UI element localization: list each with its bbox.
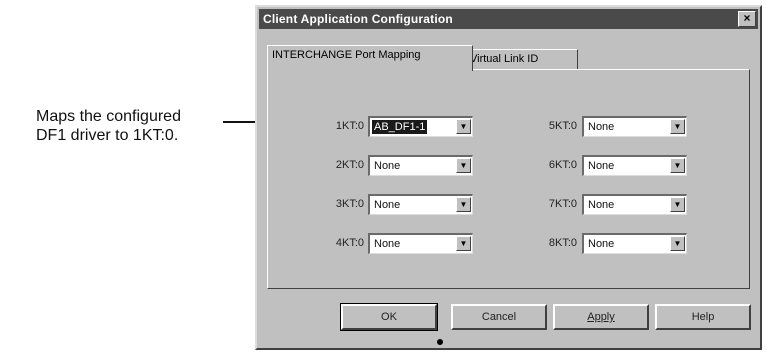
chevron-down-icon[interactable]: ▼ [456, 119, 471, 134]
port-select-value: None [374, 160, 401, 172]
cancel-button[interactable]: Cancel [451, 304, 547, 330]
dialog-title: Client Application Configuration [263, 12, 453, 26]
callout-line-1: Maps the configured [36, 108, 181, 125]
port-select-value: None [588, 160, 615, 172]
chevron-down-icon[interactable]: ▼ [456, 197, 471, 212]
port-select-2kt0[interactable]: None ▼ [368, 155, 473, 176]
port-select-4kt0[interactable]: None ▼ [368, 233, 473, 254]
port-select-value: None [374, 238, 401, 250]
port-select-value: None [588, 199, 615, 211]
port-select-7kt0[interactable]: None ▼ [582, 194, 687, 215]
port-select-1kt0[interactable]: AB_DF1-1 ▼ [368, 116, 473, 137]
port-select-value: None [374, 199, 401, 211]
port-select-8kt0[interactable]: None ▼ [582, 233, 687, 254]
callout-line-2: DF1 driver to 1KT:0. [36, 127, 179, 144]
title-bar: Client Application Configuration × [259, 9, 758, 29]
callout-text: Maps the configured DF1 driver to 1KT:0. [36, 107, 181, 145]
port-label-3kt0: 3KT:0 [335, 198, 364, 210]
chevron-down-icon[interactable]: ▼ [670, 119, 685, 134]
port-mapping-panel: 1KT:0 AB_DF1-1 ▼ 2KT:0 None ▼ 3KT:0 None… [267, 69, 750, 289]
port-select-5kt0[interactable]: None ▼ [582, 116, 687, 137]
port-select-6kt0[interactable]: None ▼ [582, 155, 687, 176]
port-select-value: None [588, 238, 615, 250]
tab-virtual-link-id[interactable]: Virtual Link ID [465, 49, 578, 70]
apply-button[interactable]: Apply [553, 304, 649, 330]
port-label-7kt0: 7KT:0 [548, 198, 577, 210]
chevron-down-icon[interactable]: ▼ [670, 158, 685, 173]
close-icon[interactable]: × [738, 11, 756, 27]
ok-button[interactable]: OK [340, 303, 438, 331]
chevron-down-icon[interactable]: ▼ [670, 236, 685, 251]
tab-interchange-port-mapping[interactable]: INTERCHANGE Port Mapping [267, 45, 473, 71]
mouse-cursor-icon [437, 339, 443, 345]
port-label-4kt0: 4KT:0 [335, 237, 364, 249]
chevron-down-icon[interactable]: ▼ [670, 197, 685, 212]
chevron-down-icon[interactable]: ▼ [456, 236, 471, 251]
chevron-down-icon[interactable]: ▼ [456, 158, 471, 173]
help-button[interactable]: Help [655, 304, 751, 330]
port-label-1kt0: 1KT:0 [335, 120, 364, 132]
port-select-3kt0[interactable]: None ▼ [368, 194, 473, 215]
port-select-value: None [588, 121, 615, 133]
port-select-value: AB_DF1-1 [372, 120, 428, 134]
apply-button-label: Apply [587, 311, 615, 323]
port-label-2kt0: 2KT:0 [335, 159, 364, 171]
client-application-configuration-dialog: Client Application Configuration × INTER… [255, 5, 762, 350]
port-label-6kt0: 6KT:0 [548, 159, 577, 171]
port-label-5kt0: 5KT:0 [548, 120, 577, 132]
port-label-8kt0: 8KT:0 [548, 237, 577, 249]
